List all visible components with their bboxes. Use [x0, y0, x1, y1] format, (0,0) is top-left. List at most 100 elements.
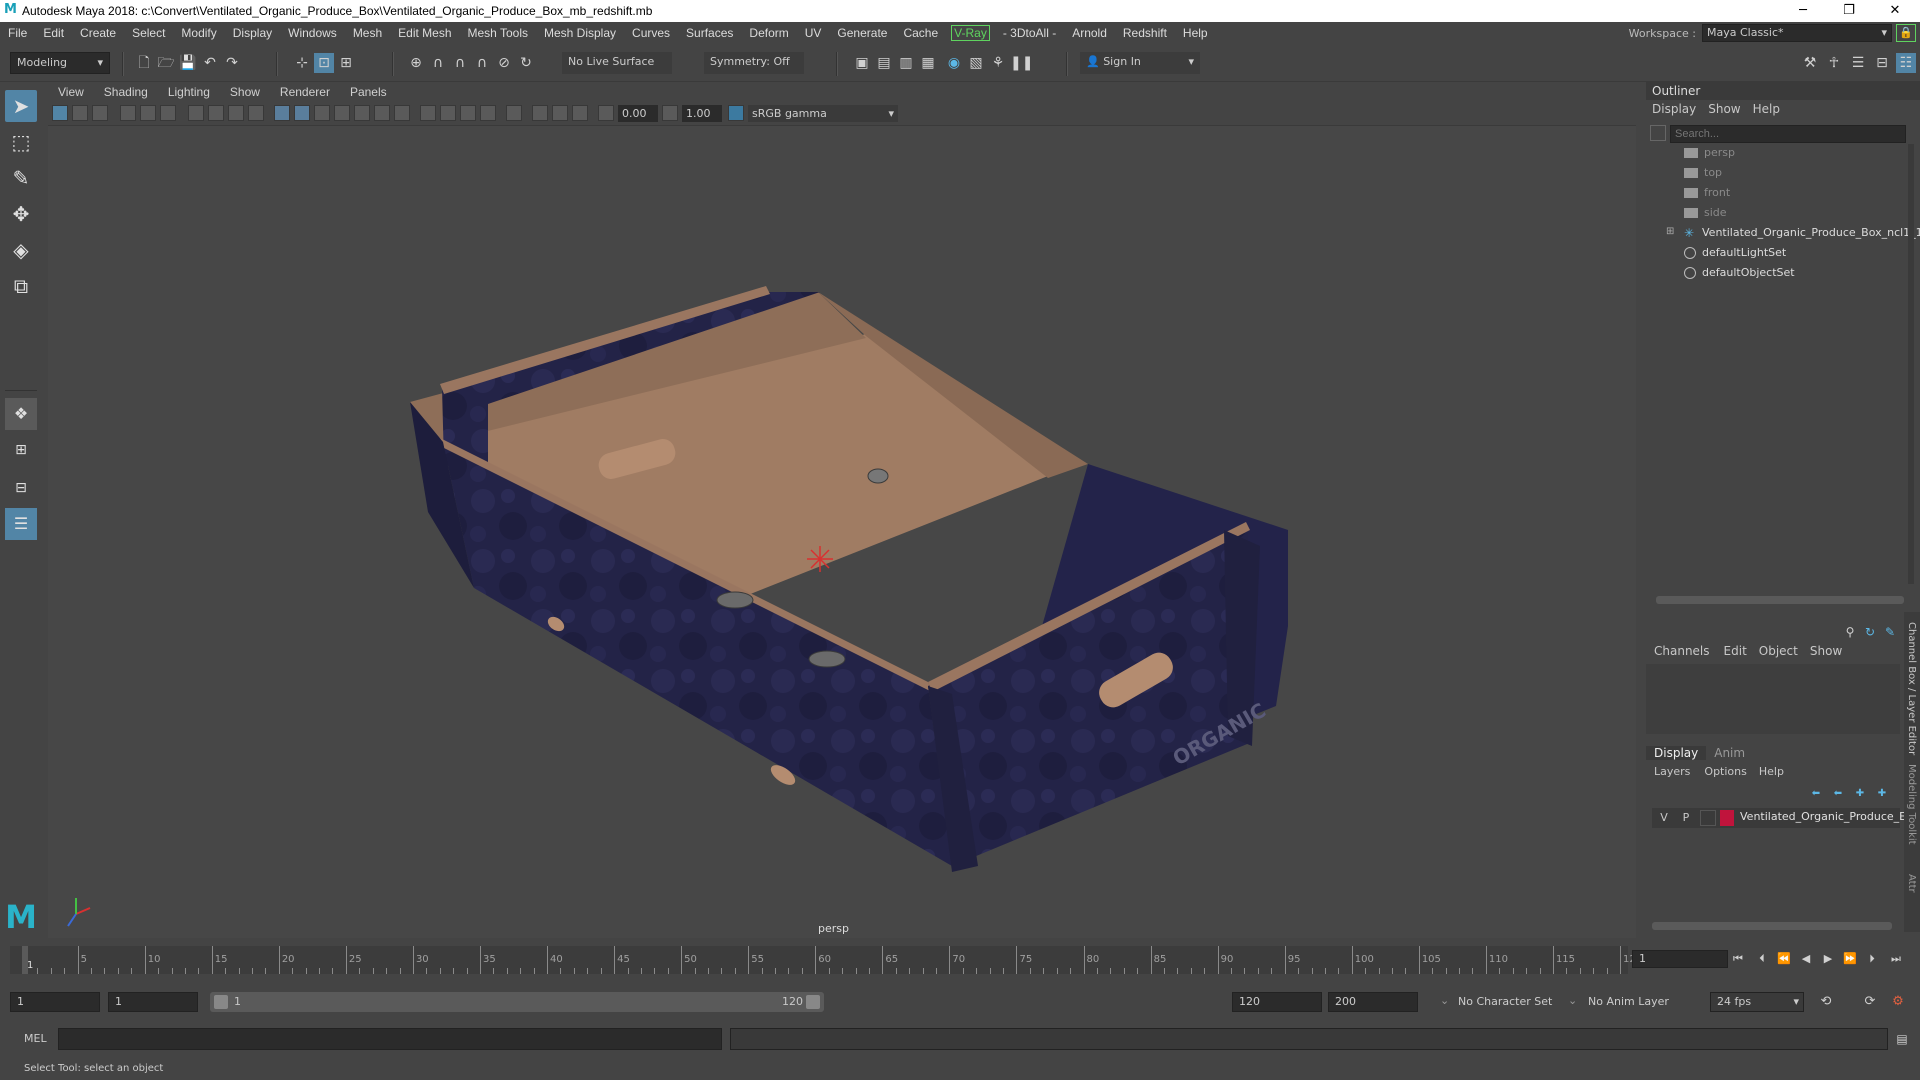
color-management-icon[interactable]: [728, 105, 744, 121]
menu-arnold[interactable]: Arnold: [1064, 26, 1115, 40]
select-component-icon[interactable]: ⊞: [336, 53, 356, 73]
layer-playback-toggle[interactable]: P: [1678, 810, 1694, 826]
grease-pencil-icon[interactable]: [160, 105, 176, 121]
playback-start-field[interactable]: 1: [108, 992, 198, 1012]
menu-display[interactable]: Display: [225, 26, 280, 40]
attribute-editor-icon[interactable]: ☰: [1848, 53, 1868, 73]
view-transform-dropdown[interactable]: sRGB gamma ▾: [748, 105, 898, 122]
snap-vertex-icon[interactable]: ↻: [516, 53, 536, 73]
ambient-occlusion-icon[interactable]: [420, 105, 436, 121]
menu-modify[interactable]: Modify: [173, 26, 224, 40]
motion-blur-icon[interactable]: [440, 105, 456, 121]
outliner-item-top[interactable]: top: [1684, 164, 1722, 182]
close-button[interactable]: ✕: [1872, 0, 1918, 22]
four-view-layout-icon[interactable]: ⊞: [5, 434, 37, 466]
outliner-menu-display[interactable]: Display: [1646, 102, 1702, 116]
menu-3dtoall[interactable]: - 3DtoAll -: [995, 26, 1064, 40]
layer-tab-display[interactable]: Display: [1646, 746, 1707, 760]
character-set-field[interactable]: No Character Set: [1458, 995, 1552, 1008]
menu-vray[interactable]: V-Ray: [951, 25, 990, 41]
range-end-handle[interactable]: [806, 995, 820, 1009]
lasso-tool-icon[interactable]: ⬚: [5, 126, 37, 158]
wireframe-icon[interactable]: [274, 105, 290, 121]
tool-settings-icon[interactable]: ⊟: [1872, 53, 1892, 73]
paint-select-tool-icon[interactable]: ✎: [5, 162, 37, 194]
hypershade-icon[interactable]: ◉: [944, 53, 964, 73]
step-forward-key-icon[interactable]: ⏵: [1862, 949, 1882, 969]
outliner-menu-show[interactable]: Show: [1702, 102, 1746, 116]
select-tool-icon[interactable]: ➤: [5, 90, 37, 122]
animation-end-field[interactable]: 200: [1328, 992, 1418, 1012]
menu-curves[interactable]: Curves: [624, 26, 678, 40]
wireframe-on-shaded-icon[interactable]: [334, 105, 350, 121]
channel-box-toggle-icon[interactable]: ⚲: [1840, 622, 1860, 642]
menu-create[interactable]: Create: [72, 26, 124, 40]
lock-icon[interactable]: 🔒: [1896, 24, 1916, 42]
shadows-icon[interactable]: [394, 105, 410, 121]
menu-select[interactable]: Select: [124, 26, 173, 40]
channels-menu-show[interactable]: Show: [1804, 644, 1848, 658]
use-all-lights-icon[interactable]: [374, 105, 390, 121]
pause-icon[interactable]: ❚❚: [1010, 53, 1033, 73]
layer-tab-anim[interactable]: Anim: [1706, 746, 1753, 760]
snap-grid-icon[interactable]: ⊕: [406, 53, 426, 73]
menu-edit[interactable]: Edit: [35, 26, 72, 40]
outliner-horizontal-scrollbar[interactable]: [1656, 596, 1904, 604]
menu-file[interactable]: File: [0, 26, 35, 40]
command-input[interactable]: [58, 1028, 722, 1050]
layer-menu-options[interactable]: Options: [1698, 765, 1752, 778]
live-surface-field[interactable]: No Live Surface: [562, 52, 672, 74]
menu-mesh-tools[interactable]: Mesh Tools: [460, 26, 536, 40]
outliner-item-front[interactable]: front: [1684, 184, 1730, 202]
menu-help[interactable]: Help: [1175, 26, 1216, 40]
channel-box-icon[interactable]: ☷: [1896, 53, 1916, 73]
snap-view-icon[interactable]: ∩: [472, 53, 492, 73]
outliner-item-object-set[interactable]: defaultObjectSet: [1684, 264, 1795, 282]
modeling-toolkit-icon[interactable]: ⚒: [1800, 53, 1820, 73]
exposure-icon[interactable]: [598, 105, 614, 121]
layer-visibility-toggle[interactable]: V: [1656, 810, 1672, 826]
rotate-tool-icon[interactable]: ◈: [5, 234, 37, 266]
workspace-dropdown[interactable]: Maya Classic* ▾: [1702, 24, 1892, 42]
menu-mesh[interactable]: Mesh: [345, 26, 390, 40]
film-gate-icon[interactable]: [208, 105, 224, 121]
layer-scrollbar[interactable]: [1652, 922, 1892, 930]
snap-point-icon[interactable]: ∩: [450, 53, 470, 73]
preferences-icon[interactable]: ⚙: [1888, 992, 1908, 1012]
auto-key-icon[interactable]: ⟳: [1860, 992, 1880, 1012]
xray-components-icon[interactable]: [572, 105, 588, 121]
grid-icon[interactable]: [188, 105, 204, 121]
human-ik-icon[interactable]: ☥: [1824, 53, 1844, 73]
isolate-select-icon[interactable]: [506, 105, 522, 121]
redo-icon[interactable]: ↷: [222, 53, 242, 73]
step-forward-frame-icon[interactable]: ⏩: [1840, 949, 1860, 969]
move-layer-up-icon[interactable]: ⬅: [1806, 784, 1826, 804]
resolution-gate-icon[interactable]: [228, 105, 244, 121]
menu-edit-mesh[interactable]: Edit Mesh: [390, 26, 459, 40]
play-forwards-icon[interactable]: ▶: [1818, 949, 1838, 969]
render-view-icon[interactable]: ▣: [852, 53, 872, 73]
side-tab-attribute-editor[interactable]: Attr: [1906, 874, 1917, 893]
menu-cache[interactable]: Cache: [895, 26, 946, 40]
channels-menu-edit[interactable]: Edit: [1718, 644, 1753, 658]
go-to-end-icon[interactable]: ⏭: [1886, 949, 1906, 969]
vp-menu-show[interactable]: Show: [220, 85, 270, 99]
undo-icon[interactable]: ↶: [200, 53, 220, 73]
render-current-icon[interactable]: ▤: [874, 53, 894, 73]
camera-attributes-icon[interactable]: [72, 105, 88, 121]
maximize-button[interactable]: ❐: [1826, 0, 1872, 22]
save-scene-icon[interactable]: 💾: [178, 53, 198, 73]
persp-outliner-layout-icon[interactable]: ⊟: [5, 472, 37, 504]
minimize-button[interactable]: ─: [1780, 0, 1826, 22]
outliner-menu-help[interactable]: Help: [1747, 102, 1786, 116]
side-tab-modeling-toolkit[interactable]: Modeling Toolkit: [1906, 764, 1917, 845]
range-start-handle[interactable]: [214, 995, 228, 1009]
new-scene-icon[interactable]: 🗋: [134, 53, 154, 73]
new-layer-selected-icon[interactable]: ✚: [1872, 784, 1892, 804]
select-camera-icon[interactable]: [52, 105, 68, 121]
current-frame-field[interactable]: 1: [1632, 950, 1728, 968]
move-tool-icon[interactable]: ✥: [5, 198, 37, 230]
default-material-icon[interactable]: [314, 105, 330, 121]
anim-layer-icon[interactable]: ⌄: [1568, 994, 1577, 1007]
snap-curve-icon[interactable]: ∩: [428, 53, 448, 73]
